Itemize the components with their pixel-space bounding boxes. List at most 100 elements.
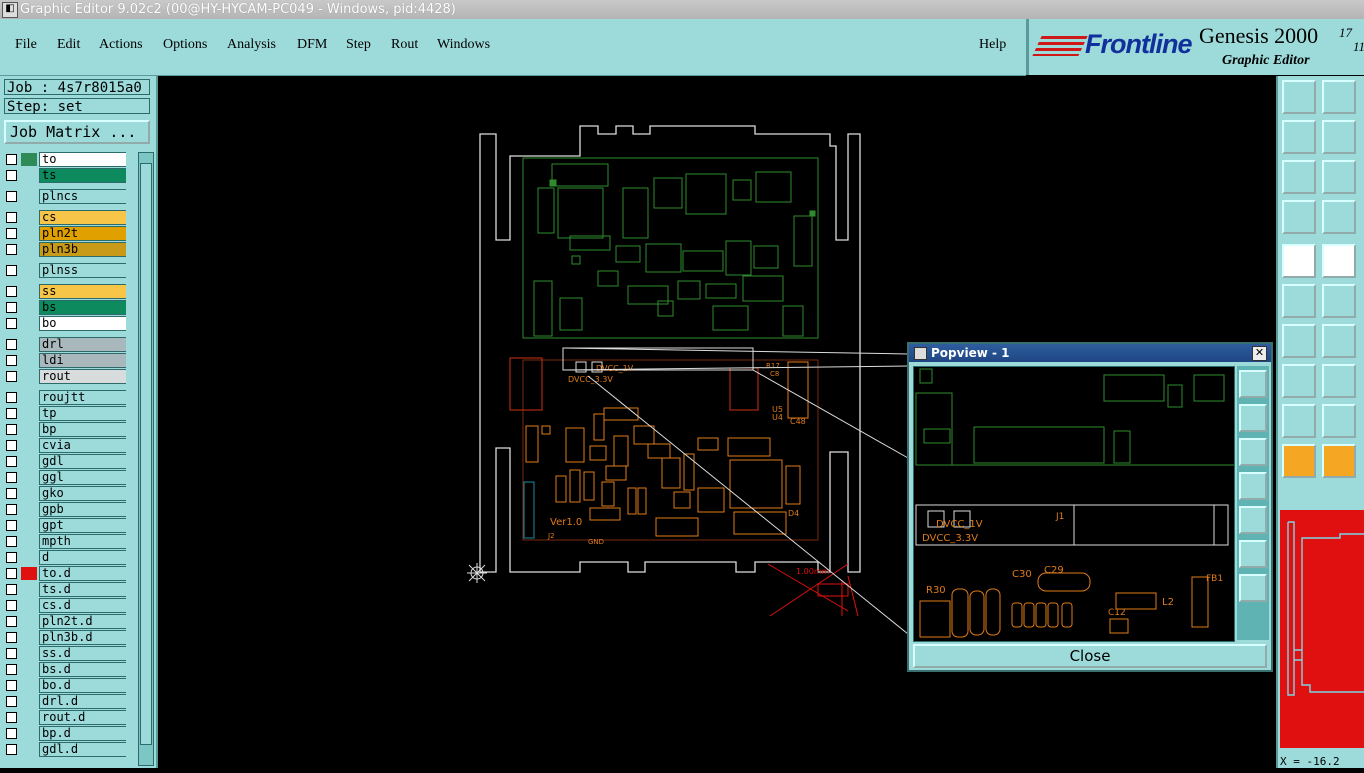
layer-checkbox[interactable]	[6, 265, 17, 276]
pointer-alt-icon[interactable]	[1322, 444, 1356, 478]
pan-right-icon[interactable]	[1322, 120, 1356, 154]
layer-row[interactable]: pln2t	[4, 226, 126, 241]
layer-row[interactable]: ss	[4, 284, 126, 299]
layer-checkbox[interactable]	[6, 228, 17, 239]
layer-name[interactable]: rout	[39, 369, 126, 384]
scrollbar-thumb[interactable]	[140, 163, 152, 745]
layer-checkbox[interactable]	[6, 440, 17, 451]
layer-checkbox[interactable]	[6, 488, 17, 499]
layer-checkbox[interactable]	[6, 392, 17, 403]
layer-name[interactable]: bp	[39, 422, 126, 437]
layer-row[interactable]: to	[4, 152, 126, 167]
layer-checkbox[interactable]	[6, 632, 17, 643]
layer-name[interactable]: to.d	[39, 566, 126, 581]
layer-row[interactable]: roujtt	[4, 390, 126, 405]
menu-actions[interactable]: Actions	[99, 37, 143, 53]
layer-name[interactable]: gpt	[39, 518, 126, 533]
layer-row[interactable]: pln3b	[4, 242, 126, 257]
net-icon[interactable]	[1282, 284, 1316, 318]
menu-step[interactable]: Step	[346, 37, 371, 53]
layer-name[interactable]: cs	[39, 210, 126, 225]
layer-row[interactable]: bp.d	[4, 726, 126, 741]
layer-checkbox[interactable]	[6, 286, 17, 297]
close-icon[interactable]: ✕	[1252, 346, 1267, 361]
layer-name[interactable]: pln2t	[39, 226, 126, 241]
layer-row[interactable]: ts.d	[4, 582, 126, 597]
layer-checkbox[interactable]	[6, 728, 17, 739]
layer-row[interactable]: ss.d	[4, 646, 126, 661]
layer-name[interactable]: ts	[39, 168, 126, 183]
layer-row[interactable]: gdl.d	[4, 742, 126, 757]
layer-checkbox[interactable]	[6, 302, 17, 313]
pan-left-icon[interactable]	[1282, 120, 1316, 154]
layer-checkbox[interactable]	[6, 170, 17, 181]
fit-home-icon[interactable]	[1282, 160, 1316, 194]
layer-row[interactable]: cs	[4, 210, 126, 225]
layer-name[interactable]: ss	[39, 284, 126, 299]
layer-checkbox[interactable]	[6, 244, 17, 255]
popview-pan-left-icon[interactable]	[1239, 472, 1267, 500]
layer-checkbox[interactable]	[6, 712, 17, 723]
layer-name[interactable]: bo.d	[39, 678, 126, 693]
layer-row[interactable]: rout.d	[4, 710, 126, 725]
pointer-icon[interactable]	[1282, 444, 1316, 478]
layer-row[interactable]: gpt	[4, 518, 126, 533]
select-area-icon[interactable]	[1322, 244, 1356, 278]
popview-zoom-in-icon[interactable]	[1239, 404, 1267, 432]
layer-row[interactable]: plncs	[4, 189, 126, 204]
layer-name[interactable]: pln3b	[39, 242, 126, 257]
layer-checkbox[interactable]	[6, 472, 17, 483]
triangle-icon[interactable]	[1282, 404, 1316, 438]
layer-row[interactable]: to.d	[4, 566, 126, 581]
select-feature-icon[interactable]	[1282, 244, 1316, 278]
layer-row[interactable]: bs	[4, 300, 126, 315]
layer-name[interactable]: cs.d	[39, 598, 126, 613]
layer-name[interactable]: pln2t.d	[39, 614, 126, 629]
layer-row[interactable]: gdl	[4, 454, 126, 469]
zoom-in-icon[interactable]	[1282, 80, 1316, 114]
cross-icon[interactable]	[1322, 284, 1356, 318]
popview-zoom-icon[interactable]	[1239, 370, 1267, 398]
layer-name[interactable]: plncs	[39, 189, 126, 204]
layer-name[interactable]: bo	[39, 316, 126, 331]
layer-checkbox[interactable]	[6, 584, 17, 595]
popview-pan-right-icon[interactable]	[1239, 506, 1267, 534]
layer-row[interactable]: cs.d	[4, 598, 126, 613]
layer-checkbox[interactable]	[6, 616, 17, 627]
layer-name[interactable]: drl	[39, 337, 126, 352]
layer-checkbox[interactable]	[6, 696, 17, 707]
layer-checkbox[interactable]	[6, 408, 17, 419]
layer-list-scrollbar[interactable]	[138, 152, 154, 766]
layer-checkbox[interactable]	[6, 536, 17, 547]
layer-color-swatch[interactable]	[21, 153, 37, 166]
layer-row[interactable]: pln2t.d	[4, 614, 126, 629]
layer-name[interactable]: gko	[39, 486, 126, 501]
menu-file[interactable]: File	[15, 37, 37, 53]
layer-name[interactable]: ggl	[39, 470, 126, 485]
menu-rout[interactable]: Rout	[391, 37, 418, 53]
popview-zoom-out-icon[interactable]	[1239, 438, 1267, 466]
layer-checkbox[interactable]	[6, 191, 17, 202]
layer-name[interactable]: gdl.d	[39, 742, 126, 757]
popview-canvas[interactable]: DVCC_1V DVCC_3.3V J1 R30 C30 C29 L2 C12 …	[913, 366, 1235, 642]
layer-checkbox[interactable]	[6, 568, 17, 579]
layer-checkbox[interactable]	[6, 600, 17, 611]
layer-row[interactable]: bo	[4, 316, 126, 331]
menu-help[interactable]: Help	[979, 37, 1006, 53]
popview-center-icon[interactable]	[1239, 574, 1267, 602]
layer-name[interactable]: roujtt	[39, 390, 126, 405]
layer-checkbox[interactable]	[6, 520, 17, 531]
layer-row[interactable]: bs.d	[4, 662, 126, 677]
layer-row[interactable]: d	[4, 550, 126, 565]
layer-name[interactable]: ts.d	[39, 582, 126, 597]
layer-name[interactable]: d	[39, 550, 126, 565]
job-matrix-button[interactable]: Job Matrix ...	[4, 120, 150, 144]
layer-checkbox[interactable]	[6, 355, 17, 366]
layer-checkbox[interactable]	[6, 648, 17, 659]
triangle-alt-icon[interactable]	[1322, 404, 1356, 438]
layer-checkbox[interactable]	[6, 552, 17, 563]
dimension-icon[interactable]	[1322, 364, 1356, 398]
layer-row[interactable]: pln3b.d	[4, 630, 126, 645]
menu-analysis[interactable]: Analysis	[227, 37, 276, 53]
layer-name[interactable]: gpb	[39, 502, 126, 517]
